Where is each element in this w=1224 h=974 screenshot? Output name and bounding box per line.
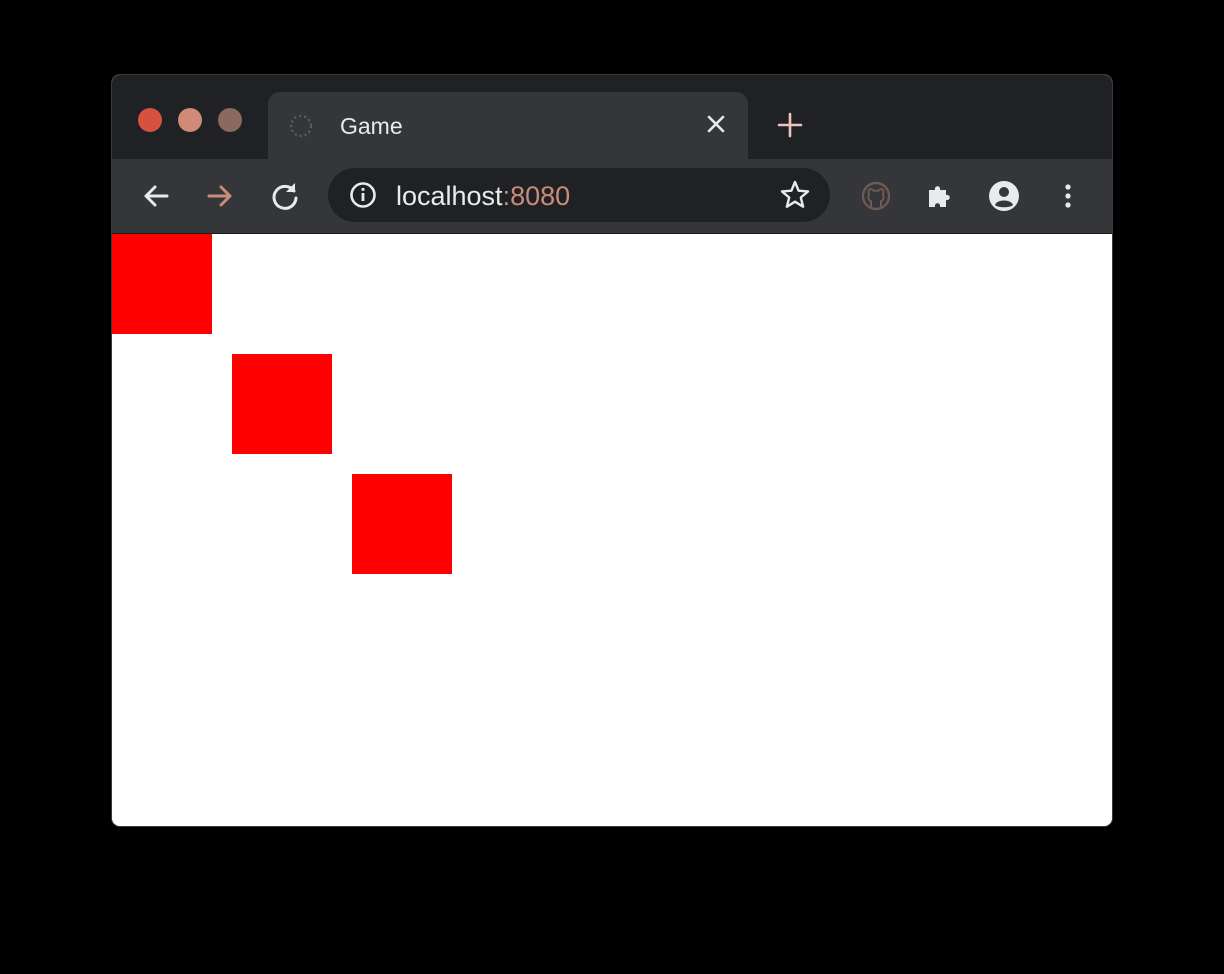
url-port: :8080 bbox=[502, 181, 571, 211]
reload-icon[interactable] bbox=[268, 179, 302, 213]
url-text[interactable]: localhost:8080 bbox=[396, 181, 570, 211]
close-icon[interactable] bbox=[702, 110, 730, 138]
github-icon[interactable] bbox=[859, 179, 893, 213]
tab-strip: Game bbox=[112, 75, 1112, 160]
browser-window: Game localhost:8080 bbox=[112, 75, 1112, 826]
address-bar[interactable]: localhost:8080 bbox=[328, 168, 830, 222]
info-icon[interactable] bbox=[346, 178, 380, 212]
plus-icon[interactable] bbox=[776, 111, 804, 139]
kebab-menu-icon[interactable] bbox=[1051, 179, 1085, 213]
tab-game[interactable]: Game bbox=[268, 92, 748, 160]
tab-title: Game bbox=[340, 113, 403, 139]
window-minimize-button[interactable] bbox=[178, 108, 202, 132]
window-close-button[interactable] bbox=[138, 108, 162, 132]
arrow-right-icon[interactable] bbox=[203, 179, 237, 213]
game-square bbox=[112, 234, 212, 334]
puzzle-icon[interactable] bbox=[923, 179, 957, 213]
game-square bbox=[232, 354, 332, 454]
window-zoom-button[interactable] bbox=[218, 108, 242, 132]
page-viewport[interactable] bbox=[112, 234, 1112, 826]
browser-toolbar: localhost:8080 bbox=[112, 159, 1112, 234]
account-circle-icon[interactable] bbox=[987, 179, 1021, 213]
star-icon[interactable] bbox=[778, 178, 812, 212]
game-square bbox=[352, 474, 452, 574]
url-host: localhost bbox=[396, 181, 503, 211]
arrow-left-icon[interactable] bbox=[139, 179, 173, 213]
loading-spinner-icon bbox=[290, 115, 312, 137]
